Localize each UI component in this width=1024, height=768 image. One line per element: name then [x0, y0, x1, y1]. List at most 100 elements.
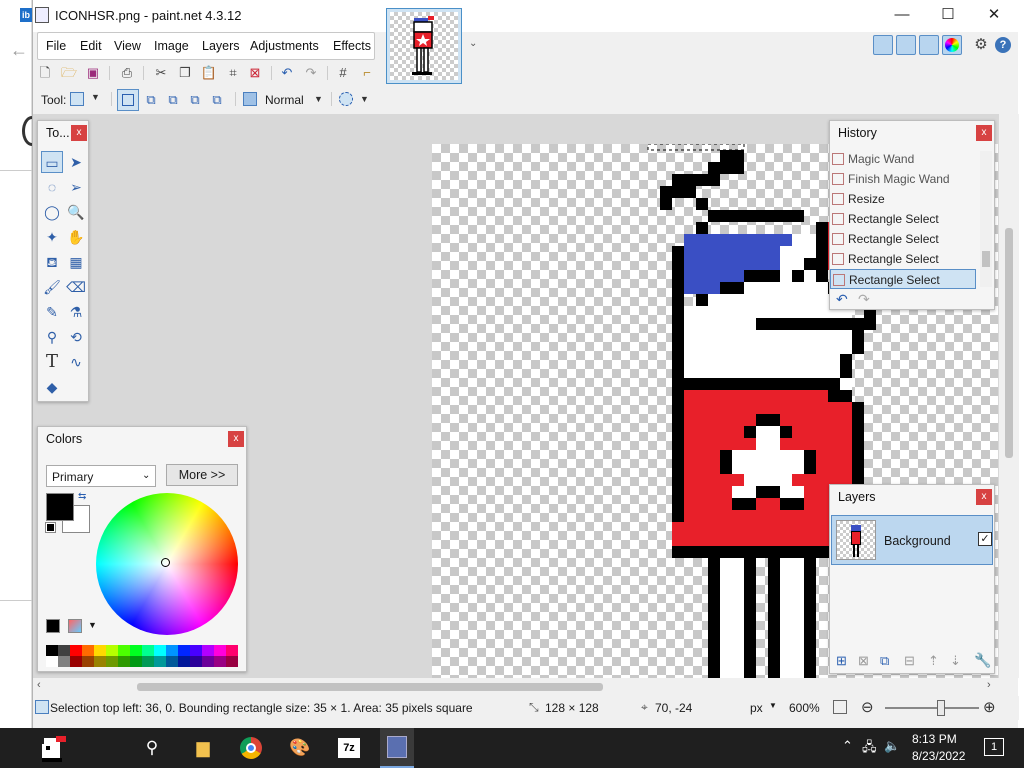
menu-file[interactable]: File	[46, 39, 66, 53]
palette-swatch[interactable]	[94, 656, 106, 667]
color-mode-select[interactable]: Primary ⌄	[46, 465, 156, 487]
menu-effects[interactable]: Effects	[333, 39, 371, 53]
notifications-badge[interactable]: 1	[984, 738, 1004, 756]
palette-swatch[interactable]	[166, 656, 178, 667]
history-item[interactable]: Rectangle Select	[830, 269, 976, 289]
clone-stamp-icon[interactable]: ⚲	[41, 326, 63, 348]
swap-colors-icon[interactable]: ⇆	[78, 491, 86, 502]
ruler-icon[interactable]: ⌐	[357, 63, 377, 83]
shapes-icon[interactable]: ◆	[41, 376, 63, 398]
layers-window-toggle-icon[interactable]	[919, 35, 939, 55]
history-item[interactable]: Rectangle Select	[830, 229, 976, 249]
selection-mode-exclude-button[interactable]: ⧉	[163, 90, 183, 110]
zoom-to-window-icon[interactable]	[833, 700, 847, 714]
paint-palette-icon[interactable]: 🎨	[285, 734, 315, 762]
colors-window-toggle-icon[interactable]	[942, 35, 962, 55]
panel-header[interactable]: To... x	[38, 121, 88, 145]
palette-swatch[interactable]	[190, 656, 202, 667]
paintbrush-icon[interactable]: 🖌	[41, 276, 63, 298]
panel-header[interactable]: Colors x	[38, 427, 246, 451]
palette-swatch[interactable]	[214, 645, 226, 656]
chevron-down-icon[interactable]: ⌄	[469, 38, 477, 49]
eraser-icon[interactable]: ⌫	[65, 276, 87, 298]
history-item[interactable]: Finish Magic Wand	[830, 169, 976, 189]
redo-icon[interactable]: ↷	[301, 63, 321, 83]
zoom-value[interactable]: 600%	[789, 701, 820, 715]
selection-mode-replace-button[interactable]	[117, 89, 139, 111]
open-file-icon[interactable]: 🗁	[59, 63, 79, 83]
ellipse-select-icon[interactable]: ◯	[41, 201, 63, 223]
palette-add-icon[interactable]	[46, 619, 60, 633]
pan-icon[interactable]: ✋	[65, 226, 87, 248]
palette-swatch[interactable]	[94, 645, 106, 656]
move-layer-down-icon[interactable]: ⇣	[950, 653, 961, 669]
selection-mode-union-button[interactable]: ⧉	[141, 90, 161, 110]
layer-row[interactable]: Background ✓	[831, 515, 993, 565]
palette-swatch[interactable]	[118, 656, 130, 667]
palette-swatch[interactable]	[82, 656, 94, 667]
print-icon[interactable]: ⎙	[117, 63, 137, 83]
crop-to-selection-icon[interactable]: ⌗	[223, 63, 243, 83]
palette-swatch[interactable]	[70, 656, 82, 667]
selection-marquee[interactable]	[647, 144, 745, 151]
palette-swatch[interactable]	[202, 645, 214, 656]
palette-menu-icon[interactable]	[68, 619, 82, 633]
gradient-icon[interactable]: ▦	[65, 251, 87, 273]
magic-wand-icon[interactable]: ✦	[41, 226, 63, 248]
grid-icon[interactable]: #	[333, 63, 353, 83]
panel-header[interactable]: Layers x	[830, 485, 994, 509]
palette-swatch[interactable]	[166, 645, 178, 656]
zoom-icon[interactable]: 🔍	[65, 201, 87, 223]
layer-visibility-checkbox[interactable]: ✓	[978, 532, 992, 546]
palette-swatch[interactable]	[226, 656, 238, 667]
menu-adjustments[interactable]: Adjustments	[250, 39, 319, 53]
chevron-up-icon[interactable]: ⌃	[842, 738, 853, 754]
close-icon[interactable]: x	[976, 125, 992, 141]
palette-swatch[interactable]	[106, 645, 118, 656]
lasso-select-icon[interactable]: ◌	[41, 176, 63, 198]
color-picker-icon[interactable]: ⚗	[65, 301, 87, 323]
palette-swatch[interactable]	[202, 656, 214, 667]
chevron-down-icon[interactable]: ▼	[314, 94, 323, 104]
text-icon[interactable]: T	[41, 351, 63, 373]
scrollbar-thumb[interactable]	[1005, 228, 1013, 458]
chevron-down-icon[interactable]: ▼	[360, 94, 369, 104]
undo-icon[interactable]: ↶	[277, 63, 297, 83]
close-icon[interactable]: x	[228, 431, 244, 447]
move-layer-up-icon[interactable]: ⇡	[928, 653, 939, 669]
color-wheel-cursor[interactable]	[161, 558, 170, 567]
deselect-icon[interactable]: ⊠	[245, 63, 265, 83]
horizontal-scrollbar[interactable]: ‹ ›	[33, 678, 999, 696]
history-scrollbar[interactable]	[980, 151, 992, 287]
copy-icon[interactable]: ❐	[175, 63, 195, 83]
history-item[interactable]: Rectangle Select	[830, 249, 976, 269]
selection-mode-xor-button[interactable]: ⧉	[207, 90, 227, 110]
palette-swatch[interactable]	[118, 645, 130, 656]
color-wheel[interactable]	[96, 493, 238, 635]
clock-time[interactable]: 8:13 PM	[912, 732, 957, 746]
title-bar[interactable]: ICONHSR.png - paint.net 4.3.12 — ☐ ✕	[33, 0, 1019, 32]
palette-swatch[interactable]	[226, 645, 238, 656]
maximize-button[interactable]: ☐	[925, 0, 971, 30]
blend-mode-select[interactable]: Normal	[265, 93, 304, 107]
panel-header[interactable]: History x	[830, 121, 994, 145]
history-window-toggle-icon[interactable]	[896, 35, 916, 55]
paintnet-taskbar-button[interactable]	[380, 728, 414, 768]
add-layer-icon[interactable]: ⊞	[836, 653, 847, 669]
palette-swatch[interactable]	[70, 645, 82, 656]
menu-view[interactable]: View	[114, 39, 141, 53]
history-item[interactable]: Resize	[830, 189, 976, 209]
palette-swatch[interactable]	[130, 656, 142, 667]
zoom-in-icon[interactable]: ⊕	[983, 698, 996, 716]
chevron-down-icon[interactable]: ▼	[91, 92, 100, 102]
recolor-icon[interactable]: ⟲	[65, 326, 87, 348]
palette-swatch[interactable]	[58, 656, 70, 667]
history-redo-icon[interactable]: ↷	[858, 291, 870, 308]
current-tool-icon[interactable]	[70, 92, 84, 106]
move-selection-icon[interactable]: ➤	[65, 151, 87, 173]
palette-swatch[interactable]	[142, 656, 154, 667]
save-icon[interactable]: ▣	[83, 63, 103, 83]
palette-swatch[interactable]	[154, 656, 166, 667]
reset-colors-icon[interactable]	[45, 522, 56, 533]
gear-icon[interactable]: ⚙	[971, 35, 991, 55]
